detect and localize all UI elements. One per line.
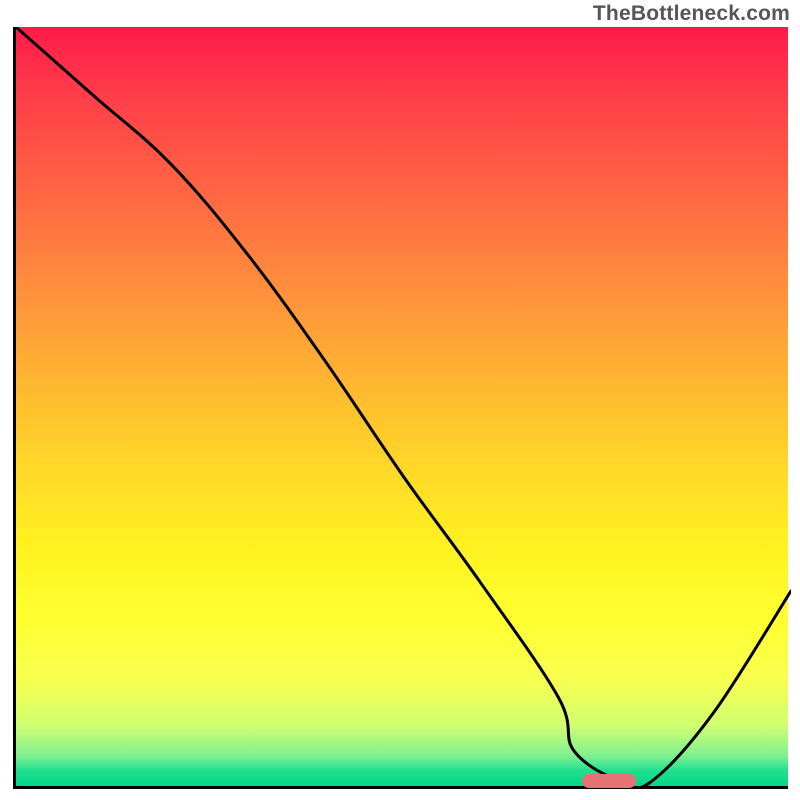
curve-svg xyxy=(16,27,791,789)
target-marker xyxy=(582,774,636,788)
plot-area xyxy=(13,27,788,789)
watermark-text: TheBottleneck.com xyxy=(593,2,790,26)
bottleneck-chart: TheBottleneck.com xyxy=(0,0,800,800)
bottleneck-curve-path xyxy=(16,27,791,788)
